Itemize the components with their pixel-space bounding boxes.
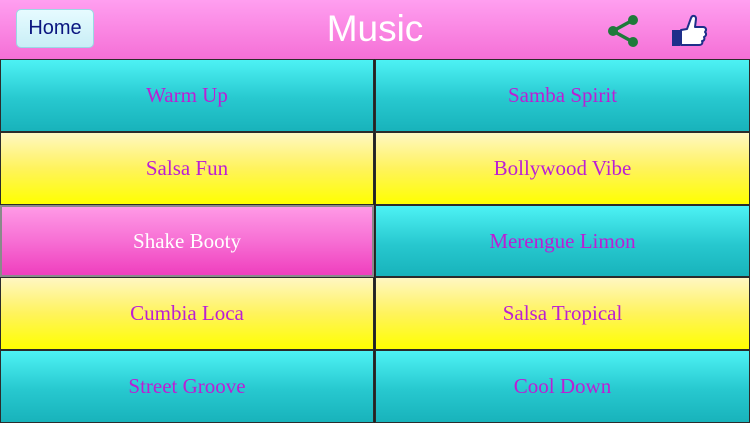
track-salsa-fun[interactable]: Salsa Fun (0, 132, 374, 205)
header-bar: Home Music (0, 0, 750, 59)
track-warm-up[interactable]: Warm Up (0, 59, 374, 132)
track-cumbia-loca[interactable]: Cumbia Loca (0, 277, 374, 350)
track-salsa-tropical[interactable]: Salsa Tropical (375, 277, 750, 350)
track-street-groove[interactable]: Street Groove (0, 350, 374, 423)
track-bollywood-vibe[interactable]: Bollywood Vibe (375, 132, 750, 205)
share-icon[interactable] (605, 14, 641, 48)
track-samba-spirit[interactable]: Samba Spirit (375, 59, 750, 132)
track-grid: Warm Up Samba Spirit Salsa Fun Bollywood… (0, 59, 750, 423)
thumbs-up-icon[interactable] (670, 14, 708, 48)
track-cool-down[interactable]: Cool Down (375, 350, 750, 423)
track-merengue-limon[interactable]: Merengue Limon (375, 205, 750, 277)
track-shake-booty[interactable]: Shake Booty (0, 205, 374, 277)
